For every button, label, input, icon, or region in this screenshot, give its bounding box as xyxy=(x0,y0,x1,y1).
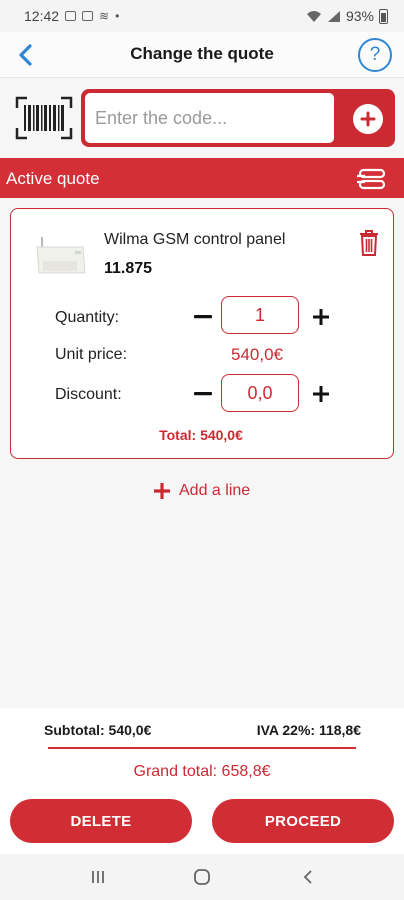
add-code-button[interactable] xyxy=(353,104,383,134)
plus-icon xyxy=(154,483,170,499)
delete-line-button[interactable] xyxy=(357,229,381,257)
quantity-label: Quantity: xyxy=(55,309,120,326)
recent-apps-button[interactable] xyxy=(86,866,110,888)
quote-summary: Subtotal: 540,0€ IVA 22%: 118,8€ Grand t… xyxy=(0,708,404,854)
product-code: 11.875 xyxy=(104,260,153,277)
list-toggle-icon xyxy=(357,168,386,190)
signal-icon xyxy=(327,10,340,22)
delete-button[interactable]: DELETE xyxy=(10,799,192,843)
help-icon: ? xyxy=(369,44,381,65)
gallery-notification-icon xyxy=(65,11,77,21)
cast-notification-icon: ≋ xyxy=(99,9,110,23)
system-back-button[interactable] xyxy=(296,866,320,888)
barcode-scan-button[interactable] xyxy=(15,96,73,140)
battery-percent: 93% xyxy=(345,8,374,24)
page-title: Change the quote xyxy=(130,44,274,63)
unit-price-label: Unit price: xyxy=(55,346,128,363)
home-button[interactable] xyxy=(190,866,214,888)
product-image xyxy=(35,235,89,279)
add-line-button[interactable]: Add a line xyxy=(153,482,250,500)
line-total: Total: 540,0€ xyxy=(159,427,243,443)
quote-line-card: Wilma GSM control panel 11.875 Quantity:… xyxy=(10,208,394,459)
status-bar: 12:42 ≋ • 93% xyxy=(0,0,404,32)
grand-total: Grand total: 658,8€ xyxy=(133,763,271,780)
active-quote-label: Active quote xyxy=(6,169,100,188)
recent-apps-icon xyxy=(92,871,104,883)
message-notification-icon xyxy=(82,11,94,21)
unit-price-value: 540,0€ xyxy=(231,345,283,364)
discount-label: Discount: xyxy=(55,386,122,403)
subtotal: Subtotal: 540,0€ xyxy=(44,722,152,738)
tax-amount: IVA 22%: 118,8€ xyxy=(256,722,361,738)
help-button[interactable]: ? xyxy=(358,38,392,72)
home-icon xyxy=(194,869,210,885)
quantity-decrease-button[interactable] xyxy=(191,305,215,329)
quote-list-button[interactable] xyxy=(356,167,386,191)
product-name: Wilma GSM control panel xyxy=(104,231,286,248)
wifi-icon xyxy=(306,10,321,22)
status-time: 12:42 xyxy=(24,8,60,24)
more-notifications-icon: • xyxy=(115,9,120,23)
battery-icon xyxy=(379,8,388,24)
plus-icon xyxy=(313,309,329,325)
plus-icon xyxy=(313,386,329,402)
discount-field[interactable]: 0,0 xyxy=(221,374,299,412)
minus-icon xyxy=(194,315,212,319)
add-line-label: Add a line xyxy=(179,482,251,499)
minus-icon xyxy=(194,392,212,396)
code-input[interactable] xyxy=(85,93,334,143)
active-quote-bar: Active quote xyxy=(0,158,404,198)
quantity-increase-button[interactable] xyxy=(309,305,333,329)
summary-divider xyxy=(48,747,356,749)
app-header: Change the quote ? xyxy=(0,32,404,78)
discount-increase-button[interactable] xyxy=(309,382,333,406)
back-icon xyxy=(303,870,312,884)
code-input-container xyxy=(81,89,395,147)
discount-decrease-button[interactable] xyxy=(191,382,215,406)
trash-icon xyxy=(360,230,378,256)
proceed-button[interactable]: PROCEED xyxy=(212,799,394,843)
barcode-scan-icon xyxy=(15,96,73,140)
code-entry-row xyxy=(0,78,404,158)
system-nav-bar xyxy=(0,854,404,900)
plus-circle-icon xyxy=(360,111,376,127)
quantity-field[interactable]: 1 xyxy=(221,296,299,334)
